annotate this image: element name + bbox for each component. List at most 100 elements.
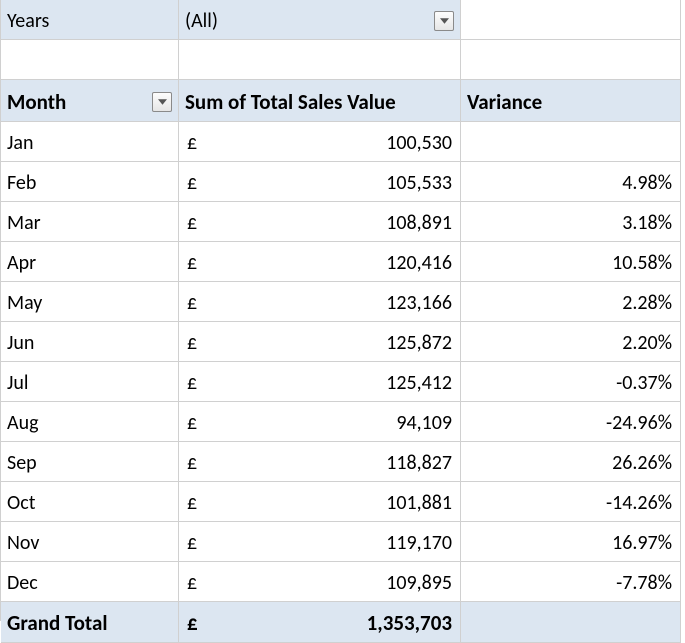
month-cell: Mar [1, 202, 179, 242]
month-dropdown-button[interactable] [152, 92, 172, 112]
sales-value: 123,166 [386, 291, 454, 315]
data-rows: Jan£100,530Feb£105,5334.98%Mar£108,8913.… [1, 122, 685, 602]
filter-value: (All) [185, 9, 218, 33]
variance-cell: -7.78% [461, 562, 681, 602]
month-label: Oct [7, 491, 172, 515]
month-header: Month [7, 89, 66, 115]
variance-cell: 3.18% [461, 202, 681, 242]
currency-symbol: £ [185, 491, 197, 515]
sales-cell: £94,109 [179, 402, 461, 442]
variance-value: -14.26% [467, 491, 674, 515]
currency-symbol: £ [185, 291, 197, 315]
currency-symbol: £ [185, 171, 197, 195]
variance-value: 2.28% [467, 291, 674, 315]
empty-cell [461, 0, 681, 40]
sales-value: 118,827 [386, 451, 454, 475]
table-row: May£123,1662.28% [1, 282, 685, 322]
sales-value: 125,872 [386, 331, 454, 355]
variance-cell: 4.98% [461, 162, 681, 202]
variance-value: 26.26% [467, 451, 674, 475]
sales-cell: £118,827 [179, 442, 461, 482]
grand-total-sales: 1,353,703 [367, 610, 454, 636]
grand-total-variance-cell [461, 602, 681, 643]
filter-label: Years [7, 9, 49, 33]
chevron-down-icon [440, 18, 449, 24]
sales-cell: £125,412 [179, 362, 461, 402]
sales-header-cell: Sum of Total Sales Value [179, 80, 461, 122]
variance-cell: 2.28% [461, 282, 681, 322]
month-cell: Jun [1, 322, 179, 362]
variance-value: 4.98% [467, 171, 674, 195]
variance-cell: 16.97% [461, 522, 681, 562]
sales-value: 100,530 [386, 131, 454, 155]
table-row: Jan£100,530 [1, 122, 685, 162]
month-cell: Aug [1, 402, 179, 442]
sales-value: 108,891 [386, 211, 454, 235]
filter-label-cell: Years [1, 0, 179, 40]
sales-value: 119,170 [386, 531, 454, 555]
table-row: Aug £94,109-24.96% [1, 402, 685, 442]
variance-cell: -24.96% [461, 402, 681, 442]
sales-value: 120,416 [386, 251, 454, 275]
sales-cell: £100,530 [179, 122, 461, 162]
month-cell: Sep [1, 442, 179, 482]
month-label: Feb [7, 171, 172, 195]
currency-symbol: £ [185, 531, 197, 555]
variance-cell: 10.58% [461, 242, 681, 282]
variance-value: 16.97% [467, 531, 674, 555]
month-cell: May [1, 282, 179, 322]
variance-value: -24.96% [467, 411, 674, 435]
sales-cell: £109,895 [179, 562, 461, 602]
sales-value: 109,895 [386, 571, 454, 595]
sales-value: 125,412 [386, 371, 454, 395]
grand-total-row: Grand Total £ 1,353,703 [1, 602, 685, 643]
sales-value: 105,533 [386, 171, 454, 195]
month-cell: Apr [1, 242, 179, 282]
month-label: Aug [7, 411, 172, 435]
currency-symbol: £ [185, 251, 197, 275]
filter-value-cell[interactable]: (All) [179, 0, 461, 40]
table-row: Apr£120,41610.58% [1, 242, 685, 282]
chevron-down-icon [158, 99, 167, 105]
variance-value: -7.78% [467, 571, 674, 595]
month-label: Nov [7, 531, 172, 555]
month-cell: Oct [1, 482, 179, 522]
sales-cell: £119,170 [179, 522, 461, 562]
month-label: Apr [7, 251, 172, 275]
variance-cell: -14.26% [461, 482, 681, 522]
pivot-table: Years (All) Month Sum of Total Sales Val… [0, 0, 685, 621]
month-label: Mar [7, 211, 172, 235]
currency-symbol: £ [185, 451, 197, 475]
month-label: Dec [7, 571, 172, 595]
currency-symbol: £ [185, 610, 198, 636]
month-label: May [7, 291, 172, 315]
currency-symbol: £ [185, 131, 197, 155]
table-row: Feb £105,533 4.98% [1, 162, 685, 202]
month-cell: Dec [1, 562, 179, 602]
grand-total-sales-cell: £ 1,353,703 [179, 602, 461, 643]
variance-value: 3.18% [467, 211, 674, 235]
variance-cell: 2.20% [461, 322, 681, 362]
month-header-cell[interactable]: Month [1, 80, 179, 122]
table-row: Mar £108,891 3.18% [1, 202, 685, 242]
month-label: Sep [7, 451, 172, 475]
month-cell: Feb [1, 162, 179, 202]
header-row: Month Sum of Total Sales Value Variance [1, 80, 685, 122]
sales-value: 94,109 [396, 411, 454, 435]
table-row: Jul£125,412-0.37% [1, 362, 685, 402]
filter-dropdown-button[interactable] [434, 11, 454, 31]
sales-cell: £123,166 [179, 282, 461, 322]
sales-cell: £120,416 [179, 242, 461, 282]
variance-header: Variance [467, 89, 542, 115]
grand-total-label-cell: Grand Total [1, 602, 179, 643]
month-cell: Jan [1, 122, 179, 162]
variance-value: 10.58% [467, 251, 674, 275]
table-row: Oct£101,881-14.26% [1, 482, 685, 522]
month-label: Jun [7, 331, 172, 355]
month-cell: Nov [1, 522, 179, 562]
blank-row [1, 40, 685, 80]
table-row: Sep£118,82726.26% [1, 442, 685, 482]
currency-symbol: £ [185, 331, 197, 355]
grand-total-label: Grand Total [7, 610, 108, 636]
currency-symbol: £ [185, 211, 197, 235]
